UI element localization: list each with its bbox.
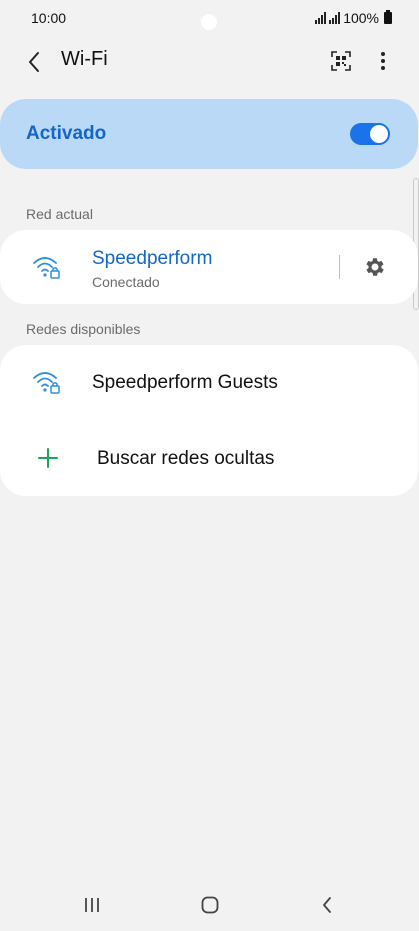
back-button[interactable]	[18, 46, 50, 78]
section-header-current: Red actual	[26, 206, 93, 222]
back-icon	[323, 897, 331, 913]
wifi-settings-screen: 10:00 100% Wi-Fi Activado Red actual Spe…	[0, 0, 419, 931]
wifi-toggle-label: Activado	[26, 123, 107, 144]
signal-icon-2	[329, 12, 341, 24]
qr-scan-icon	[331, 51, 351, 71]
available-networks-card: Speedperform Guests Buscar redes ocultas	[0, 345, 418, 496]
battery-percent: 100%	[343, 10, 379, 26]
battery-icon	[384, 10, 392, 24]
camera-cutout	[201, 14, 217, 30]
wifi-switch[interactable]	[350, 123, 390, 145]
current-network-row[interactable]: Speedperform Conectado	[0, 230, 418, 304]
recents-button[interactable]	[72, 892, 112, 918]
add-hidden-network-row[interactable]: Buscar redes ocultas	[0, 421, 418, 496]
wifi-lock-icon	[32, 369, 62, 395]
switch-knob	[370, 125, 388, 143]
app-header: Wi-Fi	[0, 38, 419, 84]
section-header-available: Redes disponibles	[26, 321, 141, 337]
more-options-button[interactable]	[368, 46, 398, 76]
network-settings-button[interactable]	[361, 253, 389, 281]
row-divider	[339, 255, 340, 279]
current-network-status: Conectado	[92, 274, 160, 290]
network-name: Speedperform Guests	[92, 372, 278, 393]
status-indicators: 100%	[315, 10, 392, 26]
gear-icon	[366, 258, 384, 276]
wifi-lock-icon	[32, 254, 62, 280]
nav-back-button[interactable]	[307, 892, 347, 918]
recents-icon	[85, 898, 99, 912]
signal-icon	[315, 12, 327, 24]
status-time: 10:00	[31, 10, 67, 26]
home-icon	[201, 896, 219, 914]
chevron-left-icon	[29, 52, 39, 72]
qr-scan-button[interactable]	[326, 46, 356, 76]
current-network-name: Speedperform	[92, 248, 213, 269]
plus-icon	[38, 448, 58, 468]
network-item[interactable]: Speedperform Guests	[0, 345, 418, 421]
wifi-toggle-card[interactable]: Activado	[0, 99, 418, 169]
status-bar: 10:00 100%	[0, 0, 419, 38]
current-network-card: Speedperform Conectado	[0, 230, 418, 304]
page-title: Wi-Fi	[61, 48, 108, 70]
more-vert-icon	[381, 52, 385, 70]
add-hidden-network-label: Buscar redes ocultas	[97, 448, 275, 469]
navigation-bar	[0, 882, 419, 928]
home-button[interactable]	[190, 892, 230, 918]
